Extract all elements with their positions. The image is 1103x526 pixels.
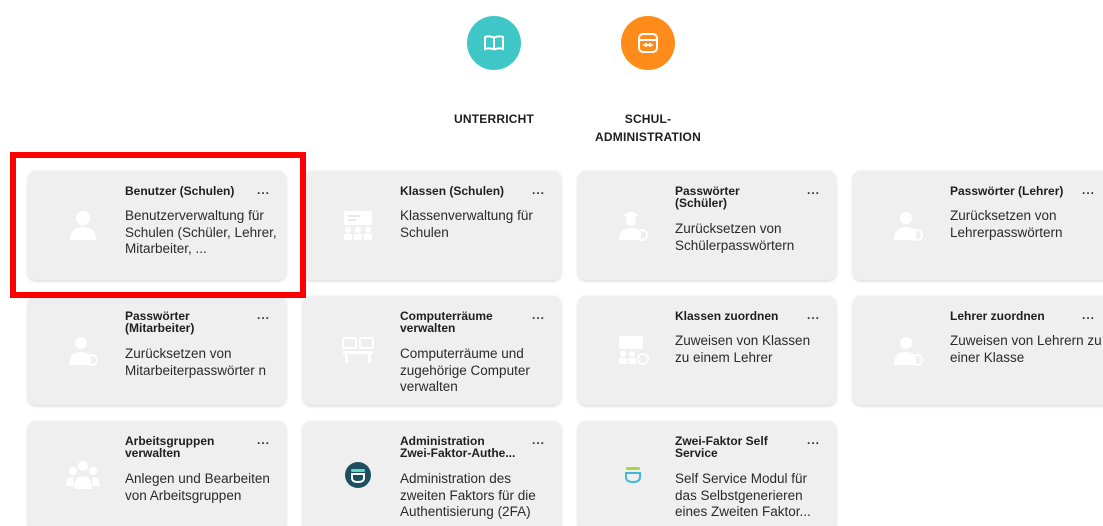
computer-room-icon	[341, 333, 375, 367]
tile-description: Self Service Modul für das Selbstgenerie…	[675, 471, 811, 519]
tile-title: Arbeitsgruppen verwalten	[125, 434, 215, 460]
two-factor-admin-icon	[341, 458, 375, 492]
tile-menu-button[interactable]: ...	[1082, 308, 1095, 322]
tile-description: Zuweisen von Klassen zu einem Lehrer	[675, 333, 811, 365]
admin-panel-icon	[621, 16, 675, 70]
tile-menu-button[interactable]: ...	[257, 308, 270, 322]
tile-description: Administration des zweiten Faktors für d…	[400, 471, 536, 519]
tile-description: Zuweisen von Lehrern zu einer Klasse	[950, 333, 1102, 365]
tile-lehrer-zuordnen[interactable]: Lehrer zuordnen ... Zuweisen von Lehrern…	[853, 296, 1103, 405]
tile-title: Klassen zuordnen	[675, 309, 779, 323]
tile-description: Klassenverwaltung für Schulen	[400, 208, 533, 240]
tile-description: Zurücksetzen von Lehrerpasswörtern	[950, 208, 1063, 240]
tile-passwoerter-mitarbeiter[interactable]: Passwörter (Mitarbeiter) ... Zurücksetze…	[28, 296, 286, 405]
tile-title: Zwei-Faktor Self Service	[675, 434, 768, 460]
tile-title: Passwörter (Lehrer)	[950, 184, 1064, 198]
tile-computerraeume-verwalten[interactable]: Computerräume verwalten ... Computerräum…	[303, 296, 561, 405]
tile-passwoerter-lehrer[interactable]: Passwörter (Lehrer) ... Zurücksetzen von…	[853, 171, 1103, 280]
tile-title: Passwörter (Schüler)	[675, 184, 740, 210]
tile-menu-button[interactable]: ...	[807, 308, 820, 322]
tile-menu-button[interactable]: ...	[807, 183, 820, 197]
tile-zwei-faktor-self-service[interactable]: Zwei-Faktor Self Service ... Self Servic…	[578, 421, 836, 526]
tile-administration-zwei-faktor[interactable]: Administration Zwei-Faktor-Authe... ... …	[303, 421, 561, 526]
workgroup-icon	[66, 458, 100, 492]
tile-benutzer-schulen[interactable]: Benutzer (Schulen) ... Benutzerverwaltun…	[28, 171, 286, 280]
tile-description: Anlegen und Bearbeiten von Arbeitsgruppe…	[125, 471, 270, 503]
tile-description: Computerräume und zugehörige Computer ve…	[400, 346, 530, 394]
teacher-password-icon	[891, 208, 925, 242]
category-label: SCHUL- ADMINISTRATION	[595, 112, 701, 144]
category-unterricht[interactable]: UNTERRICHT	[424, 16, 564, 128]
tile-description: Zurücksetzen von Mitarbeiterpasswörter n	[125, 346, 267, 378]
tile-title: Lehrer zuordnen	[950, 309, 1045, 323]
assign-class-icon	[616, 333, 650, 367]
tile-arbeitsgruppen-verwalten[interactable]: Arbeitsgruppen verwalten ... Anlegen und…	[28, 421, 286, 526]
tile-menu-button[interactable]: ...	[807, 433, 820, 447]
classroom-icon	[341, 208, 375, 242]
tile-menu-button[interactable]: ...	[1082, 183, 1095, 197]
book-icon	[467, 16, 521, 70]
assign-teacher-icon	[891, 333, 925, 367]
tile-title: Benutzer (Schulen)	[125, 184, 235, 198]
tile-menu-button[interactable]: ...	[532, 308, 545, 322]
tile-title: Klassen (Schulen)	[400, 184, 505, 198]
category-label: UNTERRICHT	[454, 112, 534, 126]
category-schuladministration[interactable]: SCHUL- ADMINISTRATION	[578, 16, 718, 146]
tile-klassen-zuordnen[interactable]: Klassen zuordnen ... Zuweisen von Klasse…	[578, 296, 836, 405]
tile-passwoerter-schueler[interactable]: Passwörter (Schüler) ... Zurücksetzen vo…	[578, 171, 836, 280]
staff-password-icon	[66, 333, 100, 367]
tile-menu-button[interactable]: ...	[532, 433, 545, 447]
tile-klassen-schulen[interactable]: Klassen (Schulen) ... Klassenverwaltung …	[303, 171, 561, 280]
tile-description: Benutzerverwaltung für Schulen (Schüler,…	[125, 208, 277, 256]
user-icon	[66, 208, 100, 242]
tile-menu-button[interactable]: ...	[532, 183, 545, 197]
tile-description: Zurücksetzen von Schülerpasswörtern	[675, 221, 795, 253]
tile-title: Computerräume verwalten	[400, 309, 493, 335]
student-password-icon	[616, 208, 650, 242]
tile-menu-button[interactable]: ...	[257, 433, 270, 447]
two-factor-self-service-icon	[616, 458, 650, 492]
tile-title: Passwörter (Mitarbeiter)	[125, 309, 195, 335]
tile-menu-button[interactable]: ...	[257, 183, 270, 197]
tile-title: Administration Zwei-Faktor-Authe...	[400, 434, 516, 460]
